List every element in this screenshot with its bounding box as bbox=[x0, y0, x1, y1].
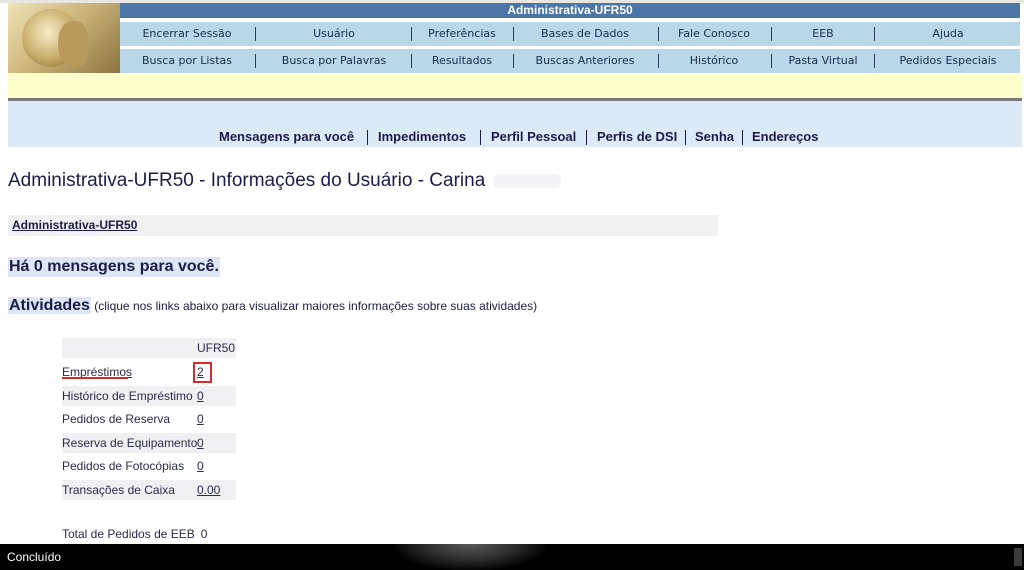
nav-separator bbox=[874, 54, 875, 68]
nav-separator bbox=[771, 54, 772, 68]
row-value: 0 bbox=[197, 456, 236, 476]
page-title: Administrativa-UFR50 - Informações do Us… bbox=[8, 170, 562, 192]
nav-preferencias[interactable]: Preferências bbox=[428, 22, 496, 46]
tab-perfil-pessoal[interactable]: Perfil Pessoal bbox=[491, 127, 576, 147]
status-text: Concluído bbox=[7, 550, 62, 564]
library-bar: Administrativa-UFR50 bbox=[8, 215, 718, 236]
nav-separator bbox=[513, 54, 514, 68]
row-label: Pedidos de Fotocópias bbox=[62, 459, 185, 473]
column-header: UFR50 bbox=[197, 341, 236, 355]
nav-eeb[interactable]: EEB bbox=[812, 22, 833, 46]
tab-impedimentos[interactable]: Impedimentos bbox=[378, 127, 466, 147]
table-row: Pedidos de Reserva 0 bbox=[62, 409, 236, 429]
nav-separator bbox=[255, 27, 256, 41]
nav-separator bbox=[658, 54, 659, 68]
table-row: Transações de Caixa 0.00 bbox=[62, 480, 236, 500]
row-label: Reserva de Equipamento bbox=[62, 436, 198, 450]
row-value: 0 bbox=[197, 386, 236, 406]
nav-separator bbox=[742, 130, 743, 145]
nav-separator bbox=[586, 130, 587, 145]
total-row: Total de Pedidos de EEB 0 bbox=[62, 527, 207, 541]
info-strip bbox=[8, 74, 1022, 98]
nav-separator bbox=[874, 27, 875, 41]
nav-separator bbox=[513, 27, 514, 41]
row-label: Empréstimos bbox=[62, 362, 132, 382]
row-label: Histórico de Empréstimo bbox=[62, 389, 193, 403]
red-underline-annotation bbox=[62, 377, 128, 379]
nav-encerrar-sessao[interactable]: Encerrar Sessão bbox=[142, 22, 231, 46]
nav-bases-de-dados[interactable]: Bases de Dados bbox=[541, 22, 629, 46]
resize-grip[interactable] bbox=[1014, 548, 1022, 566]
table-header-row: UFR50 bbox=[62, 338, 236, 358]
total-label: Total de Pedidos de EEB bbox=[62, 527, 195, 541]
library-link[interactable]: Administrativa-UFR50 bbox=[12, 218, 137, 232]
site-banner: Administrativa-UFR50 bbox=[120, 3, 1020, 18]
messages-heading: Há 0 mensagens para você. bbox=[8, 257, 220, 277]
red-box-annotation bbox=[193, 362, 212, 383]
logo-figure bbox=[58, 21, 88, 67]
logo-image bbox=[8, 3, 120, 73]
row-value: 0 bbox=[197, 433, 236, 453]
nav-separator bbox=[411, 54, 412, 68]
page-title-text: Administrativa-UFR50 - Informações do Us… bbox=[8, 170, 486, 191]
nav-busca-por-listas[interactable]: Busca por Listas bbox=[142, 49, 232, 73]
nav-separator bbox=[480, 130, 481, 145]
nav-pedidos-especiais[interactable]: Pedidos Especiais bbox=[899, 49, 996, 73]
row-label: Pedidos de Reserva bbox=[62, 412, 171, 426]
nav-fale-conosco[interactable]: Fale Conosco bbox=[678, 22, 750, 46]
nav-separator bbox=[658, 27, 659, 41]
status-bar: Concluído bbox=[0, 544, 1024, 570]
nav-separator bbox=[411, 27, 412, 41]
tab-perfis-dsi[interactable]: Perfis de DSI bbox=[597, 127, 677, 147]
row-value: 0 bbox=[197, 409, 236, 429]
nav-separator bbox=[685, 130, 686, 145]
nav-separator bbox=[255, 54, 256, 68]
status-bar-glow bbox=[395, 544, 545, 570]
nav-separator bbox=[771, 27, 772, 41]
tab-senha[interactable]: Senha bbox=[695, 127, 734, 147]
tab-enderecos[interactable]: Endereços bbox=[752, 127, 818, 147]
nav-busca-por-palavras[interactable]: Busca por Palavras bbox=[282, 49, 386, 73]
row-label: Transações de Caixa bbox=[62, 483, 175, 497]
top-nav-row-2: Busca por Listas Busca por Palavras Resu… bbox=[120, 49, 1020, 73]
activities-section: Atividades (clique nos links abaixo para… bbox=[8, 296, 537, 316]
reserva-count-link[interactable]: 0 bbox=[197, 412, 204, 426]
nav-ajuda[interactable]: Ajuda bbox=[932, 22, 963, 46]
nav-resultados[interactable]: Resultados bbox=[432, 49, 492, 73]
nav-usuario[interactable]: Usuário bbox=[313, 22, 355, 46]
caixa-amount-link[interactable]: 0.00 bbox=[197, 483, 220, 497]
table-row: Histórico de Empréstimo 0 bbox=[62, 386, 236, 406]
nav-historico[interactable]: Histórico bbox=[690, 49, 738, 73]
banner-title: Administrativa-UFR50 bbox=[507, 3, 633, 17]
nav-pasta-virtual[interactable]: Pasta Virtual bbox=[788, 49, 857, 73]
nav-separator bbox=[367, 130, 368, 145]
equipamento-count-link[interactable]: 0 bbox=[197, 436, 204, 450]
tab-mensagens[interactable]: Mensagens para você bbox=[219, 127, 354, 147]
activities-heading: Atividades bbox=[8, 297, 91, 314]
fotocopias-count-link[interactable]: 0 bbox=[197, 459, 204, 473]
activities-description: (clique nos links abaixo para visualizar… bbox=[90, 299, 538, 313]
redacted-name bbox=[493, 173, 562, 188]
row-value: 0.00 bbox=[197, 480, 236, 500]
secondary-nav: Mensagens para você Impedimentos Perfil … bbox=[0, 127, 1024, 147]
table-row: Pedidos de Fotocópias 0 bbox=[62, 456, 236, 476]
table-row: Reserva de Equipamento 0 bbox=[62, 433, 236, 453]
total-value: 0 bbox=[200, 527, 208, 541]
top-nav-row-1: Encerrar Sessão Usuário Preferências Bas… bbox=[120, 22, 1020, 46]
historico-count-link[interactable]: 0 bbox=[197, 389, 204, 403]
nav-buscas-anteriores[interactable]: Buscas Anteriores bbox=[536, 49, 635, 73]
